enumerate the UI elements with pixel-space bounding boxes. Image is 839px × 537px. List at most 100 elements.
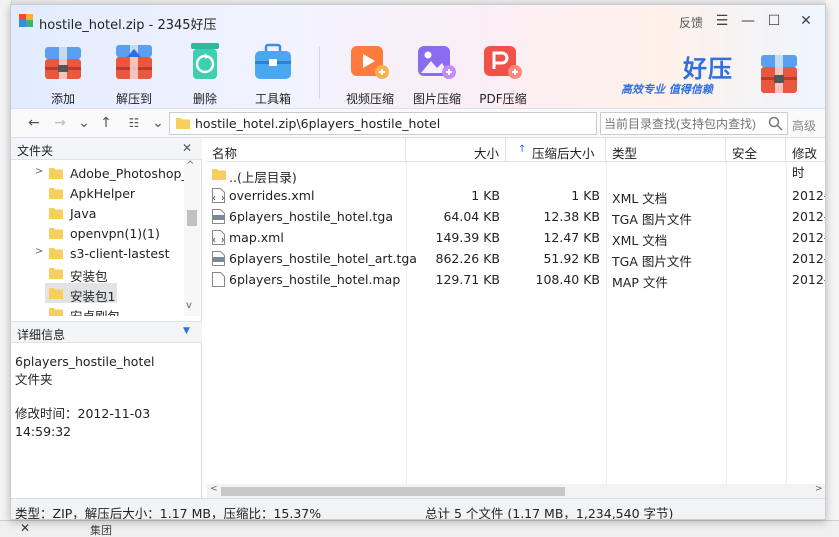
tree-item-label: 安卓刷包: [70, 306, 120, 316]
tree-item[interactable]: 安卓刷包: [11, 303, 183, 316]
image-compress-icon: [418, 46, 456, 79]
column-header-name[interactable]: 名称: [207, 138, 406, 162]
maximize-button[interactable]: ☐: [763, 12, 785, 32]
folder-tree: > Adobe_Photoshop_ ApkHelper Java openvp…: [11, 160, 202, 316]
video-compress-button-label: 视频压缩: [345, 92, 394, 106]
left-panel: 文件夹 ✕ > Adobe_Photoshop_ ApkHelper Java …: [11, 138, 202, 498]
search-field[interactable]: [600, 112, 788, 135]
feedback-link[interactable]: 反馈: [679, 14, 703, 31]
toolbox-icon: [255, 43, 291, 79]
scroll-right-icon[interactable]: >: [815, 484, 823, 494]
menu-icon[interactable]: ☰: [711, 12, 733, 32]
status-total-info: 总计 5 个文件 (1.17 MB，1,234,540 字节): [425, 506, 674, 520]
video-compress-button[interactable]: 视频压缩: [340, 41, 400, 107]
row-size: 129.71 KB: [435, 272, 500, 287]
view-dropdown-icon[interactable]: ⌄: [149, 115, 167, 131]
row-type: MAP 文件: [612, 275, 668, 290]
detail-panel-header[interactable]: 详细信息 ▼: [11, 321, 202, 343]
row-size: 149.39 KB: [435, 230, 500, 245]
title-bar[interactable]: hostile_hotel.zip - 2345好压 反馈 ☰ — ☐ ✕: [11, 5, 825, 35]
scroll-up-icon[interactable]: ^: [186, 160, 194, 171]
brand-slogan: 高效专业 值得信赖: [621, 83, 713, 96]
sort-asc-icon: ↑: [518, 144, 527, 155]
path-field[interactable]: hostile_hotel.zip\6players_hostile_hotel: [169, 112, 597, 135]
expand-chevron-icon[interactable]: >: [35, 246, 43, 257]
toolbox-button-label: 工具箱: [254, 92, 291, 106]
delete-button-label: 删除: [192, 92, 217, 106]
close-button[interactable]: ✕: [795, 12, 817, 32]
taskbar-close-icon[interactable]: ✕: [20, 521, 30, 535]
pdf-compress-button[interactable]: PDF压缩: [473, 41, 533, 107]
scroll-left-icon[interactable]: <: [210, 484, 218, 494]
row-packed: 108.40 KB: [535, 272, 600, 287]
row-modified: 2012-: [792, 209, 826, 224]
scrollbar-thumb[interactable]: [187, 210, 197, 226]
taskbar-item-label: 集团: [90, 524, 112, 537]
table-row[interactable]: map.xml 149.39 KB 12.47 KB XML 文档 2012-: [207, 227, 826, 248]
up-level-button[interactable]: ↑: [97, 115, 115, 131]
column-header-type[interactable]: 类型: [606, 138, 726, 162]
column-security-label: 安全: [732, 146, 758, 161]
row-modified: 2012-: [792, 230, 826, 245]
folder-tree-scrollbar[interactable]: ^ v: [184, 160, 200, 316]
column-header-security[interactable]: 安全: [726, 138, 786, 162]
tree-item[interactable]: 安装包: [11, 263, 183, 284]
column-header-size[interactable]: 大小: [406, 138, 506, 162]
detail-panel-body: 6players_hostile_hotel 文件夹 修改时间：2012-11-…: [15, 353, 201, 441]
row-size: 862.26 KB: [435, 251, 500, 266]
app-logo-icon: [19, 14, 33, 27]
folder-panel-title: 文件夹: [17, 144, 54, 158]
tree-item-selected[interactable]: 安装包1: [45, 283, 117, 304]
expand-chevron-icon[interactable]: >: [35, 166, 43, 177]
add-button-label: 添加: [50, 92, 75, 106]
table-row[interactable]: 6players_hostile_hotel.map 129.71 KB 108…: [207, 269, 825, 290]
extract-to-button-label: 解压到: [115, 92, 152, 106]
toolbox-button[interactable]: 工具箱: [243, 41, 303, 107]
app-window: hostile_hotel.zip - 2345好压 反馈 ☰ — ☐ ✕ 添加: [10, 4, 826, 520]
delete-button[interactable]: 删除: [175, 41, 235, 107]
row-modified: 2012-: [792, 251, 826, 266]
folder-icon: [49, 288, 63, 299]
extract-icon: [116, 45, 152, 79]
collapse-triangle-icon[interactable]: ▼: [183, 326, 190, 336]
add-button[interactable]: 添加: [33, 41, 93, 107]
table-row[interactable]: overrides.xml 1 KB 1 KB XML 文档 2012-: [207, 185, 825, 206]
table-row-parent[interactable]: ..(上层目录): [207, 164, 825, 185]
advanced-search-button[interactable]: 高级: [792, 117, 816, 134]
dropdown-chevron-icon[interactable]: ⌄: [75, 115, 93, 131]
tree-item[interactable]: > s3-client-lastest: [11, 243, 183, 263]
window-title: hostile_hotel.zip - 2345好压: [39, 18, 217, 33]
forward-button[interactable]: →: [51, 115, 69, 131]
add-archive-icon: [45, 47, 81, 79]
table-row[interactable]: 6players_hostile_hotel_art.tga 862.26 KB…: [207, 248, 826, 269]
view-mode-icon[interactable]: ☷: [125, 116, 143, 130]
row-type: XML 文档: [612, 191, 668, 206]
search-input[interactable]: [604, 115, 764, 132]
search-icon[interactable]: [768, 116, 783, 131]
image-compress-button[interactable]: 图片压缩: [407, 41, 467, 107]
extract-to-button[interactable]: 解压到: [104, 41, 164, 107]
back-button[interactable]: ←: [25, 115, 43, 131]
tree-item[interactable]: ApkHelper: [11, 183, 183, 203]
folder-panel-close-icon[interactable]: ✕: [182, 141, 192, 155]
current-path: hostile_hotel.zip\6players_hostile_hotel: [195, 116, 441, 131]
column-header-packed[interactable]: ↑ 压缩后大小: [506, 138, 606, 162]
detail-name: 6players_hostile_hotel: [15, 354, 155, 369]
scroll-down-icon[interactable]: v: [186, 300, 192, 311]
tree-item[interactable]: openvpn(1)(1): [11, 223, 183, 243]
row-name: map.xml: [229, 230, 284, 245]
column-header-modified[interactable]: 修改时: [786, 138, 825, 180]
tree-item-label: openvpn(1)(1): [70, 226, 160, 241]
status-archive-info: 类型：ZIP，解压后大小：1.17 MB，压缩比：15.37%: [15, 506, 322, 520]
minimize-button[interactable]: —: [737, 12, 759, 32]
row-packed: 51.92 KB: [543, 251, 600, 266]
tree-item[interactable]: > Adobe_Photoshop_: [11, 163, 188, 183]
table-row[interactable]: 6players_hostile_hotel.tga 64.04 KB 12.3…: [207, 206, 826, 227]
scrollbar-thumb[interactable]: [221, 487, 565, 496]
folder-icon: [49, 188, 63, 199]
detail-type: 文件夹: [15, 372, 53, 387]
tree-item-label: ApkHelper: [70, 186, 136, 201]
folder-panel-header: 文件夹 ✕: [11, 138, 202, 160]
tree-item[interactable]: Java: [11, 203, 183, 223]
file-list-hscrollbar[interactable]: < >: [207, 484, 825, 498]
